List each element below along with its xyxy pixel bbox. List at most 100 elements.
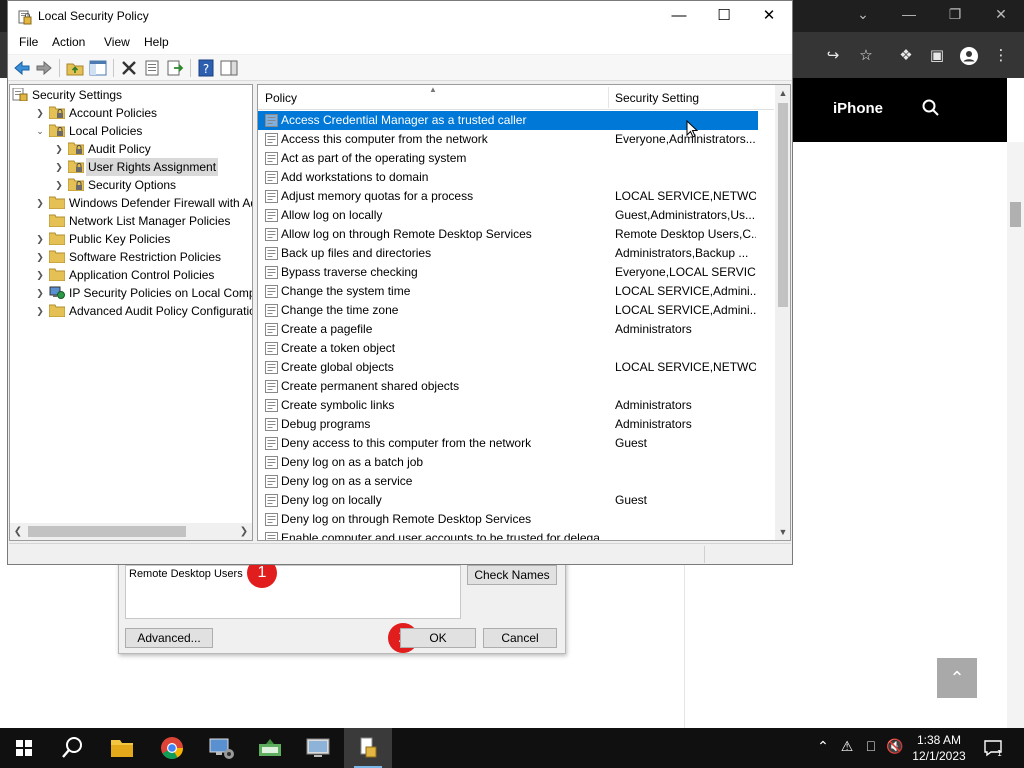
expand-chevron-icon[interactable]: ❯ bbox=[54, 176, 64, 194]
notification-center-icon[interactable]: 1 bbox=[982, 738, 1004, 761]
bookmark-star-icon[interactable]: ☆ bbox=[855, 46, 877, 66]
back-arrow-icon[interactable] bbox=[12, 58, 32, 78]
scroll-right-arrow-icon[interactable]: ❯ bbox=[236, 523, 252, 540]
tree-scrollbar-thumb[interactable] bbox=[28, 526, 186, 537]
browser-close-button[interactable]: ✕ bbox=[986, 6, 1016, 23]
file-explorer-icon[interactable] bbox=[98, 728, 146, 768]
remote-desktop-icon[interactable] bbox=[294, 728, 342, 768]
table-row[interactable]: Create symbolic links Administrators bbox=[258, 396, 758, 415]
table-row[interactable]: Bypass traverse checking Everyone,LOCAL S… bbox=[258, 263, 758, 282]
scroll-up-arrow-icon[interactable]: ▲ bbox=[775, 85, 790, 101]
table-row[interactable]: Act as part of the operating system bbox=[258, 149, 758, 168]
menu-help[interactable]: Help bbox=[144, 35, 169, 49]
table-row[interactable]: Debug programs Administrators bbox=[258, 415, 758, 434]
table-row[interactable]: Add workstations to domain bbox=[258, 168, 758, 187]
help-icon[interactable]: ? bbox=[196, 58, 216, 78]
expand-chevron-icon[interactable]: ❯ bbox=[35, 104, 45, 122]
tab-search-chevron-icon[interactable]: ⌄ bbox=[848, 6, 878, 23]
tray-overflow-chevron-icon[interactable]: ⌃ bbox=[812, 738, 834, 755]
collapse-chevron-icon[interactable]: ⌄ bbox=[35, 122, 45, 140]
extensions-puzzle-icon[interactable]: ❖ bbox=[895, 46, 917, 66]
list-vertical-scrollbar[interactable]: ▲ ▼ bbox=[775, 85, 790, 540]
table-row[interactable]: Deny log on as a batch job bbox=[258, 453, 758, 472]
export-list-icon[interactable] bbox=[165, 58, 185, 78]
table-row[interactable]: Change the system time LOCAL SERVICE,Admi… bbox=[258, 282, 758, 301]
scroll-left-arrow-icon[interactable]: ❮ bbox=[10, 523, 26, 540]
menu-file[interactable]: File bbox=[19, 35, 38, 49]
policy-setting: Remote Desktop Users,C... bbox=[615, 227, 756, 241]
local-security-policy-taskbar-button[interactable] bbox=[344, 728, 392, 768]
expand-chevron-icon[interactable]: ❯ bbox=[35, 302, 45, 320]
policy-name: Change the time zone bbox=[281, 303, 399, 317]
scroll-down-arrow-icon[interactable]: ▼ bbox=[775, 524, 790, 540]
column-separator[interactable] bbox=[608, 87, 609, 108]
tray-security-icon[interactable]: ⚠ bbox=[836, 738, 858, 755]
table-row[interactable]: Create a pagefile Administrators bbox=[258, 320, 758, 339]
show-action-pane-icon[interactable] bbox=[219, 58, 239, 78]
close-button[interactable]: ✕ bbox=[746, 1, 792, 32]
advanced-button[interactable]: Advanced... bbox=[125, 628, 213, 648]
expand-chevron-icon[interactable]: ❯ bbox=[35, 248, 45, 266]
minimize-button[interactable]: — bbox=[656, 1, 702, 32]
table-row[interactable]: Allow log on through Remote Desktop Serv… bbox=[258, 225, 758, 244]
site-brand[interactable]: iPhone bbox=[833, 100, 883, 117]
expand-chevron-icon[interactable]: ❯ bbox=[54, 140, 64, 158]
table-row[interactable]: Access this computer from the network Eve… bbox=[258, 130, 758, 149]
table-row[interactable]: Access Credential Manager as a trusted c… bbox=[258, 111, 758, 130]
browser-menu-icon[interactable]: ⋮ bbox=[990, 46, 1012, 66]
column-header-security-setting[interactable]: Security Setting bbox=[615, 91, 699, 105]
menu-view[interactable]: View bbox=[104, 35, 130, 49]
system-clock[interactable]: 1:38 AM 12/1/2023 bbox=[900, 732, 978, 764]
page-scrollbar-thumb[interactable] bbox=[1010, 202, 1021, 227]
console-tree[interactable]: Security Settings ❯ Account Policies ⌄ Local… bbox=[9, 84, 253, 541]
expand-chevron-icon[interactable]: ❯ bbox=[35, 230, 45, 248]
up-folder-icon[interactable] bbox=[65, 58, 85, 78]
show-hide-console-tree-icon[interactable] bbox=[88, 58, 108, 78]
table-row[interactable]: Back up files and directories Administrat… bbox=[258, 244, 758, 263]
policy-list[interactable]: ▲ Policy Security Setting Access Credent… bbox=[257, 84, 791, 541]
expand-chevron-icon[interactable]: ❯ bbox=[35, 194, 45, 212]
table-row[interactable]: Change the time zone LOCAL SERVICE,Admini… bbox=[258, 301, 758, 320]
tree-horizontal-scrollbar[interactable]: ❮ ❯ bbox=[10, 523, 252, 540]
search-icon[interactable] bbox=[921, 98, 941, 118]
tree-node-label: Software Restriction Policies bbox=[69, 250, 222, 264]
ok-button[interactable]: OK bbox=[400, 628, 476, 648]
computer-management-icon[interactable] bbox=[198, 728, 246, 768]
back-to-top-button[interactable]: ⌃ bbox=[937, 658, 977, 698]
list-scrollbar-thumb[interactable] bbox=[778, 103, 788, 307]
object-names-input[interactable]: Remote Desktop Users bbox=[125, 565, 461, 619]
browser-minimize-button[interactable]: — bbox=[894, 6, 924, 22]
column-header-policy[interactable]: Policy bbox=[265, 91, 297, 105]
profile-avatar-icon[interactable] bbox=[958, 46, 980, 66]
table-row[interactable]: Allow log on locally Guest,Administrators… bbox=[258, 206, 758, 225]
title-bar[interactable]: Local Security Policy — ☐ ✕ bbox=[8, 1, 792, 32]
table-row[interactable]: Deny access to this computer from the ne… bbox=[258, 434, 758, 453]
page-scrollbar[interactable] bbox=[1007, 142, 1024, 728]
check-names-button[interactable]: Check Names bbox=[467, 565, 557, 585]
properties-icon[interactable] bbox=[142, 58, 162, 78]
expand-chevron-icon[interactable]: ❯ bbox=[35, 284, 45, 302]
side-panel-icon[interactable]: ▣ bbox=[926, 46, 948, 66]
cancel-button[interactable]: Cancel bbox=[483, 628, 557, 648]
network-app-icon[interactable] bbox=[246, 728, 294, 768]
expand-chevron-icon[interactable]: ❯ bbox=[54, 158, 64, 176]
table-row[interactable]: Create global objects LOCAL SERVICE,NETWO… bbox=[258, 358, 758, 377]
table-row[interactable]: Deny log on locally Guest bbox=[258, 491, 758, 510]
table-row[interactable]: Deny log on as a service bbox=[258, 472, 758, 491]
tray-network-icon[interactable]: ⎕ bbox=[860, 738, 882, 755]
table-row[interactable]: Enable computer and user accounts to be … bbox=[258, 529, 758, 540]
maximize-button[interactable]: ☐ bbox=[701, 1, 747, 32]
forward-arrow-icon[interactable] bbox=[34, 58, 54, 78]
windows-start-icon[interactable] bbox=[0, 728, 48, 768]
delete-x-icon[interactable] bbox=[119, 58, 139, 78]
table-row[interactable]: Deny log on through Remote Desktop Servi… bbox=[258, 510, 758, 529]
taskbar-search-icon[interactable] bbox=[48, 728, 96, 768]
menu-action[interactable]: Action bbox=[52, 35, 85, 49]
chrome-icon[interactable] bbox=[148, 728, 196, 768]
table-row[interactable]: Create permanent shared objects bbox=[258, 377, 758, 396]
share-icon[interactable]: ↪ bbox=[822, 46, 844, 66]
table-row[interactable]: Adjust memory quotas for a process LOCAL … bbox=[258, 187, 758, 206]
browser-restore-button[interactable]: ❐ bbox=[940, 6, 970, 23]
expand-chevron-icon[interactable]: ❯ bbox=[35, 266, 45, 284]
table-row[interactable]: Create a token object bbox=[258, 339, 758, 358]
